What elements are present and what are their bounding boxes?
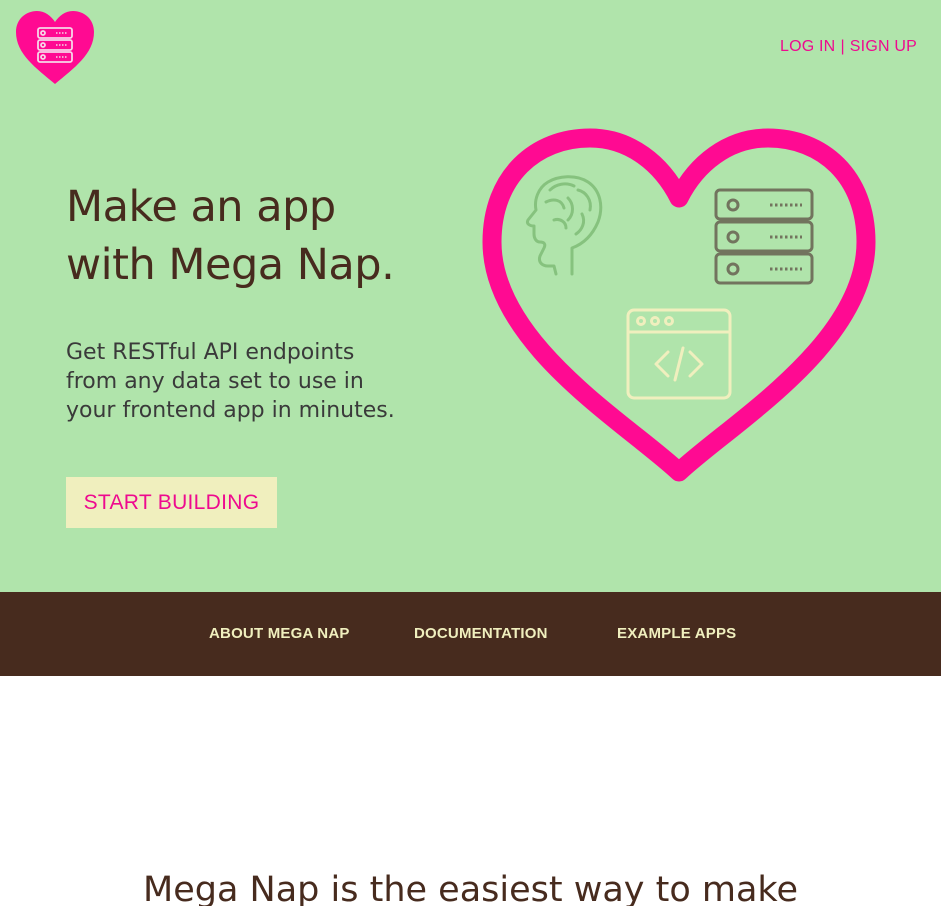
hero-headline: Make an app with Mega Nap. — [66, 178, 466, 294]
hero-headline-line-1: Make an app — [66, 182, 336, 232]
heart-outline-icon — [482, 128, 876, 482]
brain-head-icon — [526, 175, 603, 276]
login-link[interactable]: LOG IN — [780, 38, 835, 55]
nav-item-example-apps[interactable]: EXAMPLE APPS — [617, 592, 736, 676]
hero-subtitle: Get RESTful API endpoints from any data … — [66, 340, 395, 423]
nav-item-documentation[interactable]: DOCUMENTATION — [414, 592, 548, 676]
hero-headline-line-2: with Mega Nap. — [66, 240, 395, 290]
hero-illustration — [482, 128, 876, 482]
section-title: Mega Nap is the easiest way to make — [143, 870, 798, 906]
code-window-icon — [626, 308, 732, 400]
server-stack-icon — [714, 188, 814, 285]
hero-section: LOG IN | SIGN UP Make an app with Mega Nap… — [0, 0, 941, 592]
signup-link[interactable]: SIGN UP — [850, 38, 917, 55]
auth-separator: | — [840, 38, 845, 55]
start-building-button[interactable]: START BUILDING — [66, 477, 277, 528]
auth-links: LOG IN | SIGN UP — [780, 38, 917, 56]
nav-item-about[interactable]: ABOUT MEGA NAP — [209, 592, 350, 676]
main-nav: ABOUT MEGA NAP DOCUMENTATION EXAMPLE APP… — [0, 592, 941, 676]
heart-server-logo-icon[interactable] — [14, 10, 96, 86]
